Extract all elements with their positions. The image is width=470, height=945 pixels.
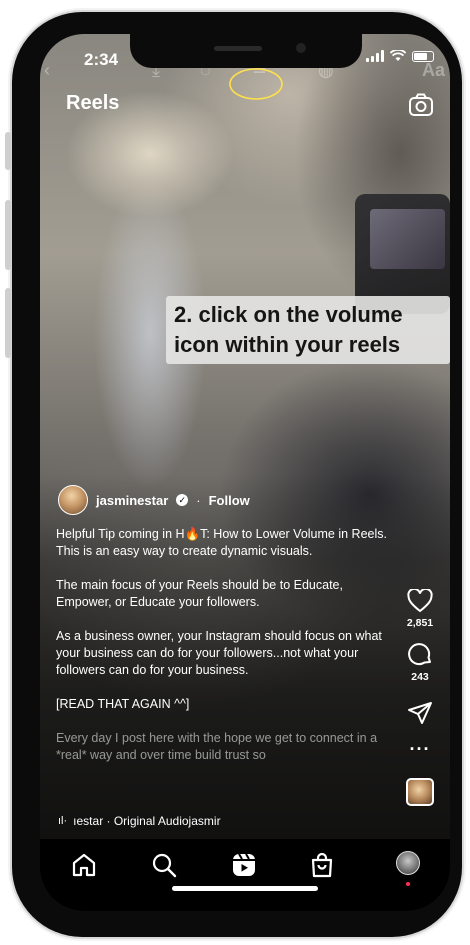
side-actions: 2,851 243 ··· bbox=[400, 589, 440, 806]
caption-paragraph: As a business owner, your Instagram shou… bbox=[56, 629, 382, 677]
camera-icon[interactable] bbox=[408, 92, 434, 118]
dot-separator: · bbox=[196, 492, 201, 508]
signal-icon bbox=[366, 50, 384, 62]
audio-wave-icon: ıl· bbox=[58, 815, 68, 827]
author-avatar[interactable] bbox=[58, 485, 88, 515]
caption-paragraph: [READ THAT AGAIN ^^] bbox=[56, 697, 190, 711]
audio-thumbnail[interactable] bbox=[406, 778, 434, 806]
like-action[interactable]: 2,851 bbox=[407, 589, 433, 629]
author-row: jasminestar ✓ · Follow bbox=[58, 485, 250, 515]
follow-button[interactable]: Follow bbox=[209, 493, 250, 508]
front-camera bbox=[296, 43, 306, 53]
search-icon[interactable] bbox=[150, 851, 178, 879]
video-monitor-blur bbox=[370, 209, 445, 269]
like-count: 2,851 bbox=[406, 617, 434, 629]
page-title: Reels bbox=[66, 92, 120, 114]
battery-icon bbox=[412, 50, 434, 62]
status-time: 2:34 bbox=[84, 50, 119, 69]
shop-icon[interactable] bbox=[308, 851, 336, 879]
reels-icon[interactable] bbox=[230, 851, 258, 879]
caption-paragraph: Helpful Tip coming in H🔥T: How to Lower … bbox=[56, 527, 387, 558]
post-caption[interactable]: Helpful Tip coming in H🔥T: How to Lower … bbox=[56, 526, 392, 781]
bottom-nav bbox=[40, 839, 450, 911]
verified-icon: ✓ bbox=[176, 494, 189, 506]
comment-icon[interactable] bbox=[407, 641, 433, 667]
caption-paragraph: Every day I post here with the hope we g… bbox=[56, 731, 378, 762]
share-icon[interactable] bbox=[407, 701, 433, 725]
home-icon[interactable] bbox=[70, 851, 98, 879]
reel-screen: ‹ ⤓ ◌ ≚ ◍ Aa 2:34 Reels 2. click on the … bbox=[40, 34, 450, 911]
caption-paragraph: The main focus of your Reels should be t… bbox=[56, 578, 343, 609]
text-tool-icon: Aa bbox=[422, 60, 446, 80]
author-name[interactable]: jasminestar bbox=[96, 493, 168, 508]
profile-avatar[interactable] bbox=[396, 851, 420, 875]
chevron-left-icon: ‹ bbox=[44, 60, 50, 80]
earpiece bbox=[214, 46, 262, 51]
comment-count: 243 bbox=[411, 671, 429, 683]
notification-dot bbox=[406, 882, 410, 886]
notch bbox=[130, 34, 362, 68]
comment-action[interactable]: 243 bbox=[407, 641, 433, 683]
heart-icon[interactable] bbox=[407, 589, 433, 613]
home-indicator[interactable] bbox=[172, 886, 318, 891]
mute-switch bbox=[5, 132, 11, 170]
more-options-button[interactable]: ··· bbox=[410, 739, 431, 760]
highlight-circle bbox=[229, 68, 283, 100]
status-icons bbox=[366, 50, 434, 62]
wifi-icon bbox=[390, 50, 406, 61]
audio-row[interactable]: ıl· ıestar · Original Audiojasmir bbox=[58, 814, 221, 828]
volume-down-button bbox=[5, 288, 11, 358]
volume-up-button bbox=[5, 200, 11, 270]
video-text-overlay: 2. click on the volume icon within your … bbox=[166, 296, 450, 364]
audio-label: ıestar · Original Audiojasmir bbox=[73, 814, 221, 828]
